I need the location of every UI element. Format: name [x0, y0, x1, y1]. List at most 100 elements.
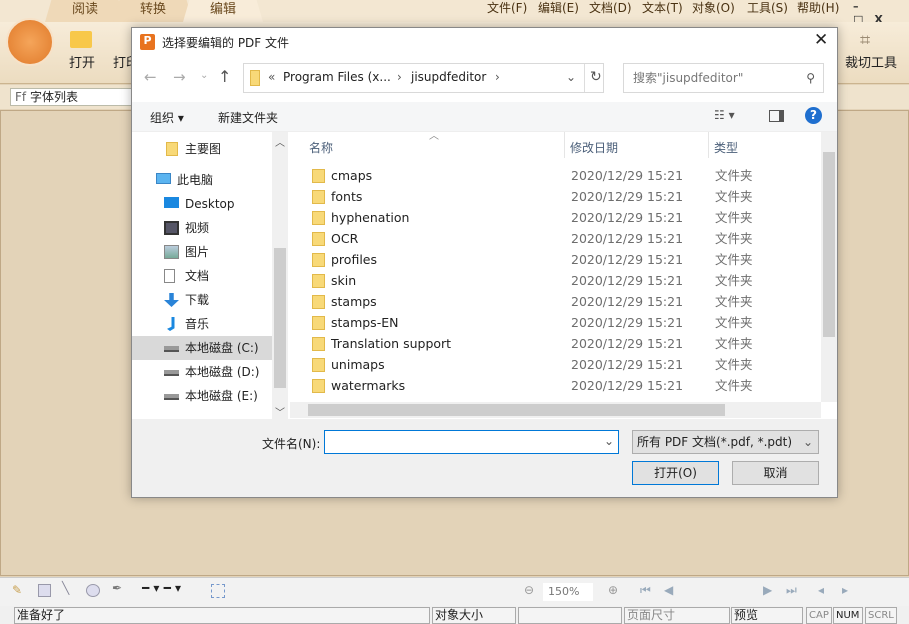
address-bar[interactable]: « Program Files (x... › jisupdfeditor › … — [243, 63, 604, 93]
pen-icon[interactable]: ✒ — [112, 581, 122, 595]
sidebar-item[interactable]: 图片 — [132, 240, 272, 264]
sidebar-item[interactable]: 本地磁盘 (E:) — [132, 384, 272, 408]
search-icon[interactable]: ⚲ — [806, 64, 815, 92]
file-row[interactable]: stamps 2020/12/29 15:21 文件夹 — [290, 291, 810, 312]
menu-item[interactable]: 对象(O) — [692, 0, 735, 16]
tab-read[interactable]: 阅读 — [45, 0, 125, 22]
menu-item[interactable]: 文档(D) — [589, 0, 632, 16]
chevron-down-icon[interactable]: ⌄ — [566, 70, 576, 84]
sidebar-item[interactable]: Desktop — [132, 192, 272, 216]
file-row[interactable]: Translation support 2020/12/29 15:21 文件夹 — [290, 333, 810, 354]
menu-item[interactable]: 文件(F) — [487, 0, 527, 16]
file-row[interactable]: unimaps 2020/12/29 15:21 文件夹 — [290, 354, 810, 375]
scrollbar-thumb[interactable] — [274, 248, 286, 388]
scrollbar-thumb[interactable] — [308, 404, 725, 416]
font-list-panel[interactable]: Ff 字体列表 — [10, 88, 135, 106]
rectangle-icon[interactable] — [38, 584, 51, 597]
vertical-scrollbar[interactable] — [821, 132, 837, 402]
filename-input[interactable]: ⌄ — [324, 430, 619, 454]
menu-item[interactable]: 编辑(E) — [538, 0, 579, 16]
ellipse-icon[interactable] — [86, 584, 100, 597]
file-row[interactable]: profiles 2020/12/29 15:21 文件夹 — [290, 249, 810, 270]
open-button[interactable]: 打开 — [69, 52, 95, 71]
next-page-icon[interactable]: ▶ — [763, 583, 772, 597]
breadcrumb-jisupdfeditor[interactable]: jisupdfeditor — [411, 70, 486, 84]
sidebar-scrollbar[interactable]: ︿ ﹀ — [272, 132, 288, 420]
chevron-right-icon[interactable]: › — [397, 70, 402, 84]
sidebar-item[interactable]: 本地磁盘 (C:) — [132, 336, 272, 360]
tab-convert[interactable]: 转换 — [113, 0, 193, 22]
sidebar-item[interactable]: 此电脑 — [132, 168, 272, 192]
file-row[interactable]: cmaps 2020/12/29 15:21 文件夹 — [290, 165, 810, 186]
line-style-dropdown[interactable]: ━ ▾ ━ ▾ — [142, 581, 181, 595]
horizontal-scrollbar[interactable] — [290, 402, 821, 418]
refresh-icon[interactable]: ↻ — [590, 69, 602, 85]
file-row[interactable]: OCR 2020/12/29 15:21 文件夹 — [290, 228, 810, 249]
status-num: NUM — [833, 607, 863, 624]
line-icon[interactable]: ╲ — [62, 581, 69, 595]
menu-item[interactable]: 帮助(H) — [797, 0, 839, 16]
tab-edit[interactable]: 编辑 — [183, 0, 263, 22]
last-page-icon[interactable]: ⏭ — [786, 583, 797, 598]
zoom-out-icon[interactable]: ⊖ — [524, 583, 534, 597]
breadcrumb-program-files[interactable]: Program Files (x... — [283, 70, 391, 84]
chevron-right-icon[interactable]: › — [495, 70, 500, 84]
zoom-in-icon[interactable]: ⊕ — [608, 583, 618, 597]
drive-icon — [164, 346, 179, 352]
prev-page-icon[interactable]: ◀ — [664, 583, 673, 597]
forward-icon[interactable]: ▸ — [842, 583, 848, 597]
drive-icon — [164, 394, 179, 400]
crop-tool-button[interactable]: 裁切工具 — [845, 52, 897, 71]
organize-button[interactable]: 组织 ▾ — [150, 109, 184, 126]
drawing-toolbar: ✎ ╲ ✒ ━ ▾ ━ ▾ ⊖ 150% ⊕ ⏮ ◀ ▶ ⏭ ◂ ▸ — [0, 577, 909, 606]
status-object-size: 对象大小 — [432, 607, 516, 624]
sidebar-item[interactable]: 主要图 — [132, 137, 272, 161]
column-date[interactable]: 修改日期 — [570, 139, 618, 156]
download-icon — [164, 293, 179, 307]
chevron-down-icon[interactable]: ⌄ — [604, 434, 614, 448]
file-type-select[interactable]: 所有 PDF 文档(*.pdf, *.pdt) ⌄ — [632, 430, 819, 454]
sidebar-item[interactable]: 本地磁盘 (D:) — [132, 360, 272, 384]
forward-icon[interactable]: → — [173, 68, 186, 86]
sidebar-item[interactable]: 视频 — [132, 216, 272, 240]
breadcrumb-overflow[interactable]: « — [268, 70, 275, 84]
file-row[interactable]: hyphenation 2020/12/29 15:21 文件夹 — [290, 207, 810, 228]
new-folder-button[interactable]: 新建文件夹 — [218, 109, 278, 126]
select-icon[interactable] — [211, 584, 225, 598]
folder-icon — [312, 253, 325, 267]
window-controls[interactable]: –□X — [849, 0, 909, 26]
scrollbar-thumb[interactable] — [823, 152, 835, 337]
back-icon[interactable]: ◂ — [818, 583, 824, 597]
navigation-pane: 主要图此电脑 Desktop 视频 图片 文档 下载 音乐 本地磁盘 (C:) 本地磁盘 (D:… — [132, 132, 288, 420]
first-page-icon[interactable]: ⏮ — [640, 583, 651, 598]
view-options-icon[interactable]: ☷ ▾ — [714, 108, 735, 122]
sidebar-item[interactable]: 文档 — [132, 264, 272, 288]
back-icon[interactable]: ← — [144, 68, 157, 86]
filename-label: 文件名(N): — [262, 437, 321, 451]
close-icon[interactable]: ✕ — [814, 30, 828, 50]
menu-item[interactable]: 工具(S) — [747, 0, 788, 16]
sidebar-item[interactable]: 音乐 — [132, 312, 272, 336]
file-row[interactable]: stamps-EN 2020/12/29 15:21 文件夹 — [290, 312, 810, 333]
file-row[interactable]: skin 2020/12/29 15:21 文件夹 — [290, 270, 810, 291]
scroll-down-icon[interactable]: ﹀ — [275, 404, 285, 419]
folder-icon — [166, 142, 178, 156]
sidebar-item[interactable]: 下载 — [132, 288, 272, 312]
menu-item[interactable]: 文本(T) — [642, 0, 683, 16]
column-type[interactable]: 类型 — [714, 139, 738, 156]
print-button[interactable]: 打印 — [113, 52, 131, 71]
zoom-select[interactable]: 150% — [543, 583, 593, 601]
recent-dropdown-icon[interactable]: ⌄ — [200, 70, 208, 81]
scroll-up-icon[interactable]: ︿ — [275, 134, 285, 149]
open-button[interactable]: 打开(O) — [632, 461, 719, 485]
help-icon[interactable]: ? — [805, 107, 822, 124]
column-name[interactable]: 名称 — [309, 139, 333, 156]
app-logo[interactable] — [6, 18, 54, 66]
file-row[interactable]: fonts 2020/12/29 15:21 文件夹 — [290, 186, 810, 207]
up-icon[interactable]: ↑ — [218, 67, 231, 86]
search-input[interactable]: 搜索"jisupdfeditor" ⚲ — [623, 63, 824, 93]
cancel-button[interactable]: 取消 — [732, 461, 819, 485]
file-row[interactable]: watermarks 2020/12/29 15:21 文件夹 — [290, 375, 810, 396]
preview-pane-icon[interactable] — [769, 110, 784, 122]
pencil-icon[interactable]: ✎ — [12, 583, 22, 597]
